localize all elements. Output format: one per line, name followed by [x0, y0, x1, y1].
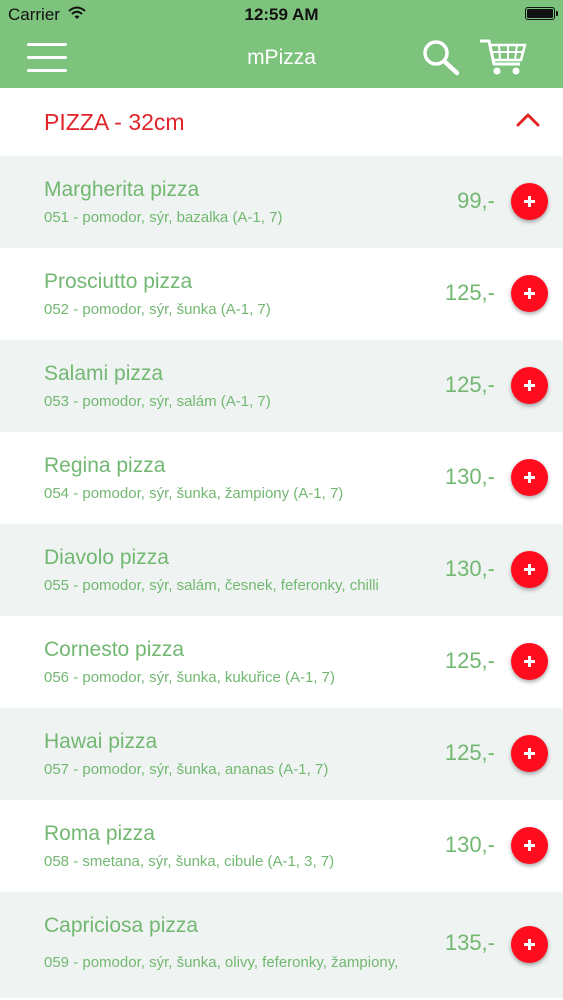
list-item[interactable]: Hawai pizza 057 - pomodor, sýr, šunka, a…	[0, 708, 563, 800]
add-to-cart-button[interactable]	[511, 926, 548, 963]
item-name: Prosciutto pizza	[44, 270, 193, 293]
status-time: 12:59 AM	[244, 5, 319, 24]
list-item[interactable]: Capriciosa pizza 059 - pomodor, sýr, šun…	[0, 892, 563, 998]
item-name: Salami pizza	[44, 362, 164, 385]
list-item[interactable]: Margherita pizza 051 - pomodor, sýr, baz…	[0, 156, 563, 248]
add-to-cart-button[interactable]	[511, 551, 548, 588]
add-to-cart-button[interactable]	[511, 827, 548, 864]
item-description: 054 - pomodor, sýr, šunka, žampiony (A-1…	[44, 485, 344, 502]
item-name: Regina pizza	[44, 454, 166, 477]
item-description: 058 - smetana, sýr, šunka, cibule (A-1, …	[44, 853, 335, 870]
item-price: 125,-	[444, 280, 495, 305]
item-name: Capriciosa pizza	[44, 914, 199, 937]
item-name: Margherita pizza	[44, 178, 200, 201]
list-item[interactable]: Regina pizza 054 - pomodor, sýr, šunka, …	[0, 432, 563, 524]
chevron-up-icon[interactable]	[515, 112, 541, 128]
category-header[interactable]: PIZZA - 32cm	[0, 88, 563, 156]
item-name: Hawai pizza	[44, 730, 158, 753]
item-description: 055 - pomodor, sýr, salám, česnek, fefer…	[44, 577, 379, 594]
item-price: 125,-	[444, 648, 495, 673]
item-description: 051 - pomodor, sýr, bazalka (A-1, 7)	[44, 209, 283, 226]
item-price: 125,-	[444, 372, 495, 397]
category-title: PIZZA - 32cm	[44, 109, 185, 135]
add-to-cart-button[interactable]	[511, 367, 548, 404]
battery-icon	[525, 7, 558, 20]
add-to-cart-button[interactable]	[511, 183, 548, 220]
item-description: 052 - pomodor, sýr, šunka (A-1, 7)	[44, 301, 271, 318]
list-item[interactable]: Roma pizza 058 - smetana, sýr, šunka, ci…	[0, 800, 563, 892]
item-name: Diavolo pizza	[44, 546, 169, 569]
item-description: 056 - pomodor, sýr, šunka, kukuřice (A-1…	[44, 669, 335, 686]
add-to-cart-button[interactable]	[511, 459, 548, 496]
list-item[interactable]: Salami pizza 053 - pomodor, sýr, salám (…	[0, 340, 563, 432]
item-price: 130,-	[444, 832, 495, 857]
list-item[interactable]: Cornesto pizza 056 - pomodor, sýr, šunka…	[0, 616, 563, 708]
item-price: 135,-	[444, 930, 495, 955]
list-item[interactable]: Prosciutto pizza 052 - pomodor, sýr, šun…	[0, 248, 563, 340]
item-description: 057 - pomodor, sýr, šunka, ananas (A-1, …	[44, 761, 329, 778]
add-to-cart-button[interactable]	[511, 643, 548, 680]
item-price: 130,-	[444, 464, 495, 489]
item-price: 99,-	[457, 188, 495, 213]
item-description: 053 - pomodor, sýr, salám (A-1, 7)	[44, 393, 271, 410]
add-to-cart-button[interactable]	[511, 735, 548, 772]
item-description: 059 - pomodor, sýr, šunka, olivy, fefero…	[44, 954, 399, 971]
cart-icon[interactable]	[478, 36, 528, 78]
pizza-list: Margherita pizza 051 - pomodor, sýr, baz…	[0, 156, 563, 998]
add-to-cart-button[interactable]	[511, 275, 548, 312]
search-icon[interactable]	[420, 38, 462, 76]
status-bar: Carrier 12:59 AM	[0, 0, 563, 28]
item-price: 125,-	[444, 740, 495, 765]
item-name: Cornesto pizza	[44, 638, 185, 661]
list-item[interactable]: Diavolo pizza 055 - pomodor, sýr, salám,…	[0, 524, 563, 616]
item-price: 130,-	[444, 556, 495, 581]
item-name: Roma pizza	[44, 822, 155, 845]
navigation-bar: mPizza	[0, 28, 563, 88]
